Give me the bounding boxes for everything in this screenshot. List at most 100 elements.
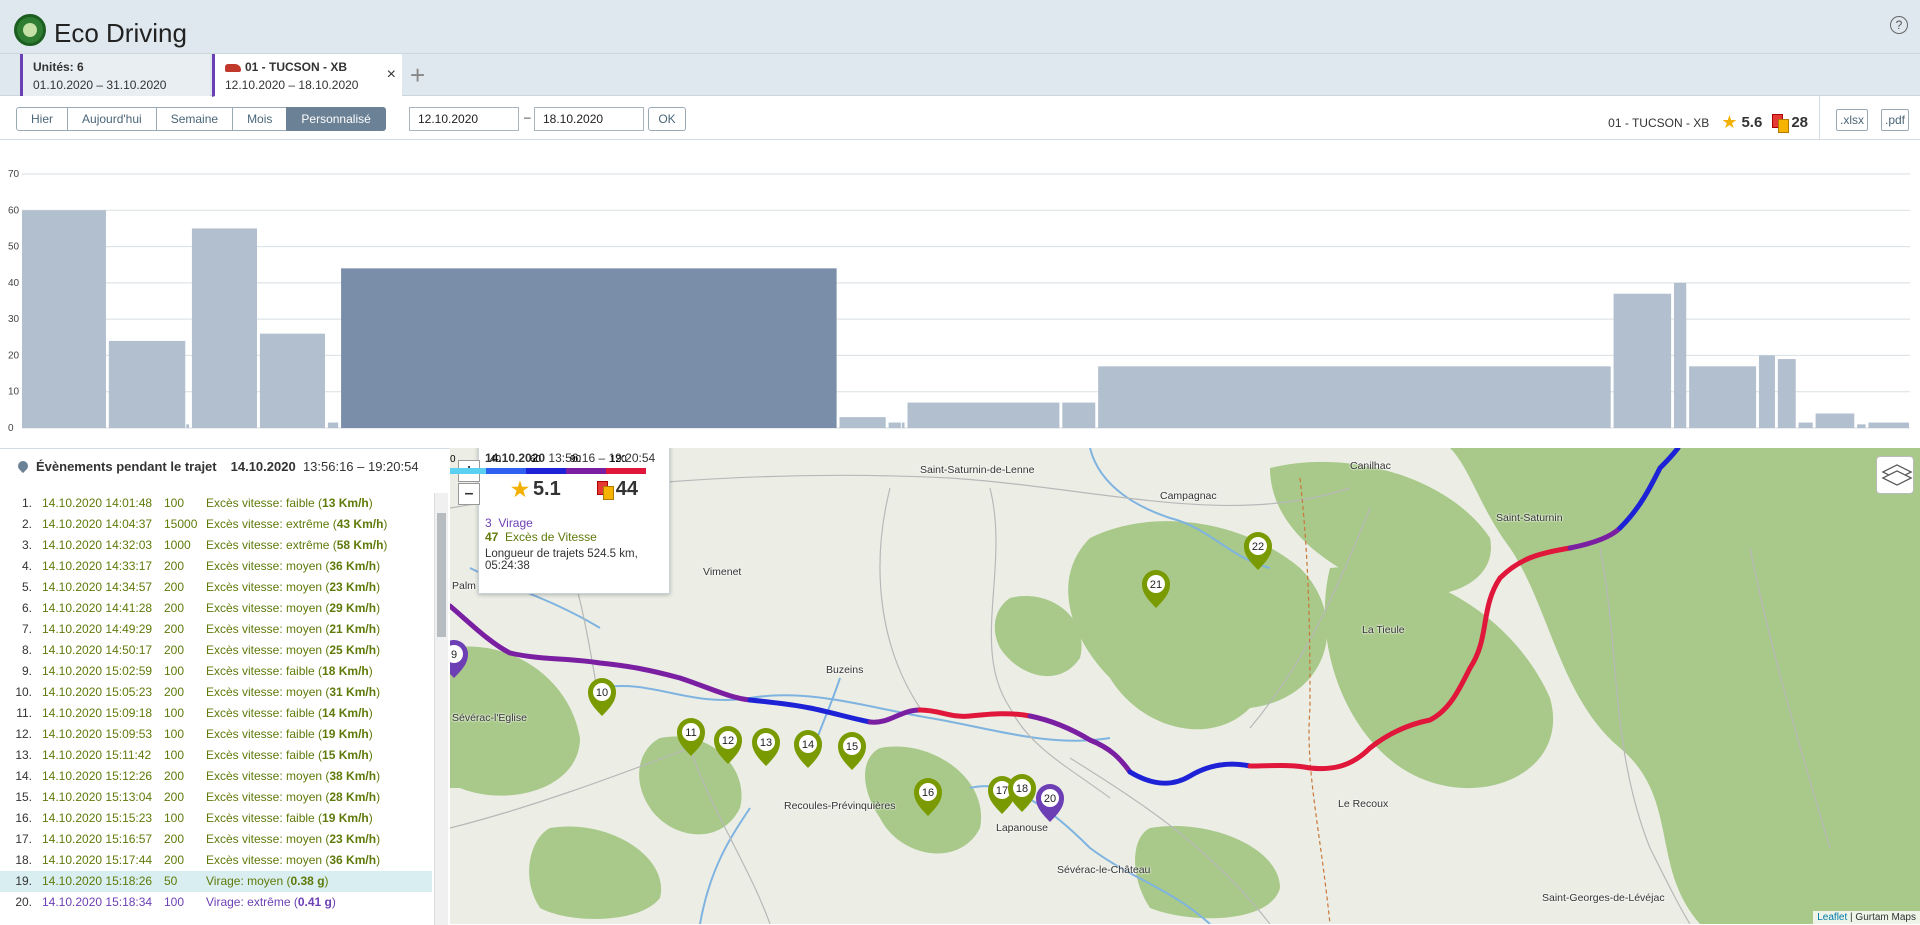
events-panel: Évènements pendant le trajet 14.10.2020 1… [0,448,450,925]
event-value: 29 Km/h [329,601,377,615]
chart-bar[interactable] [1815,413,1855,428]
chart-bar[interactable] [191,228,257,428]
event-points: 200 [164,580,185,594]
event-description: Excès vitesse: moyen (29 Km/h) [206,601,380,615]
event-row[interactable]: 1. 14.10.2020 14:01:48 100 Excès vitesse: f… [0,493,432,514]
event-row[interactable]: 17. 14.10.2020 15:16:57 200 Excès vitesse: … [0,829,432,850]
chart-bar[interactable] [259,333,325,428]
event-row[interactable]: 13. 14.10.2020 15:11:42 100 Excès vitesse: … [0,745,432,766]
chart-bar[interactable] [22,210,106,428]
chart-bar[interactable] [1062,402,1096,428]
scrollbar-thumb[interactable] [437,513,446,637]
help-icon[interactable]: ? [1890,16,1908,34]
event-row[interactable]: 18. 14.10.2020 15:17:44 200 Excès vitesse: … [0,850,432,871]
map-attribution: Leaflet | Gurtam Maps [1813,911,1920,924]
event-row[interactable]: 4. 14.10.2020 14:33:17 200 Excès vitesse: m… [0,556,432,577]
event-row[interactable]: 14. 14.10.2020 15:12:26 200 Excès vitesse: … [0,766,432,787]
event-points: 100 [164,664,185,678]
period-week-button[interactable]: Semaine [155,107,234,131]
y-tick-label: 50 [8,242,20,253]
tab-close-icon[interactable]: × [387,66,396,84]
event-number: 15. [15,790,32,804]
date-to-input[interactable]: 18.10.2020 [534,107,644,131]
event-row[interactable]: 9. 14.10.2020 15:02:59 100 Excès vitesse: f… [0,661,432,682]
period-yesterday-button[interactable]: Hier [16,107,69,131]
leaflet-link[interactable]: Leaflet [1817,912,1847,923]
tab-tucson[interactable]: 01 - TUCSON - XB 12.10.2020 – 18.10.2020… [212,54,402,97]
event-datetime: 14.10.2020 15:13:04 [42,790,153,804]
event-datetime: 14.10.2020 15:05:23 [42,685,153,699]
event-description: Excès vitesse: extrême (43 Km/h) [206,517,387,531]
events-title: Évènements pendant le trajet [36,459,217,474]
event-row[interactable]: 2. 14.10.2020 14:04:37 15000 Excès vitesse:… [0,514,432,535]
event-row[interactable]: 20. 14.10.2020 15:18:34 100 Virage: extrême… [0,892,432,913]
apply-button[interactable]: OK [648,107,686,131]
chart-bar[interactable] [186,424,190,428]
chart-bar[interactable] [1868,422,1909,428]
chart-bar[interactable] [888,422,901,428]
tab-units[interactable]: Unités: 6 01.10.2020 – 31.10.2020 [20,54,210,96]
chart-bar[interactable] [1613,293,1672,428]
event-value: 28 Km/h [329,790,377,804]
chart-bar[interactable] [1758,355,1775,428]
legend-tick: 120 [610,454,627,465]
add-tab-icon[interactable]: + [410,60,425,91]
chart-bar[interactable] [901,422,905,428]
event-type: Excès vitesse: faible ( [206,706,323,720]
chart-bar[interactable] [1777,359,1796,428]
car-icon [225,63,241,72]
event-value: 23 Km/h [329,832,377,846]
layers-icon[interactable] [1876,456,1914,494]
export-xlsx-button[interactable]: .xlsx [1836,109,1868,131]
chart-bar[interactable] [1798,422,1813,428]
event-paren: ) [376,685,381,699]
zoom-out-button[interactable]: – [458,483,480,505]
event-row[interactable]: 8. 14.10.2020 14:50:17 200 Excès vitesse: m… [0,640,432,661]
event-type: Excès vitesse: moyen ( [206,832,330,846]
map-canvas[interactable] [450,448,1920,924]
event-number: 5. [21,580,32,594]
chart-bar[interactable] [1689,366,1757,428]
event-row[interactable]: 10. 14.10.2020 15:05:23 200 Excès vitesse: … [0,682,432,703]
chart-bar[interactable] [341,268,837,428]
y-tick-label: 70 [8,169,20,180]
event-description: Excès vitesse: moyen (38 Km/h) [206,769,380,783]
event-datetime: 14.10.2020 14:34:57 [42,580,153,594]
event-value: 38 Km/h [329,769,377,783]
event-datetime: 14.10.2020 14:49:29 [42,622,153,636]
chart-bar[interactable] [327,422,339,428]
event-number: 6. [21,601,32,615]
events-date: 14.10.2020 [230,459,296,474]
event-row[interactable]: 7. 14.10.2020 14:49:29 200 Excès vitesse: m… [0,619,432,640]
forest-areas [450,448,1920,924]
chart-bar[interactable] [1674,282,1687,428]
event-row[interactable]: 16. 14.10.2020 15:15:23 100 Excès vitesse: … [0,808,432,829]
event-description: Excès vitesse: faible (18 Km/h) [206,664,373,678]
chart-bar[interactable] [108,340,186,428]
chart-bar[interactable] [907,402,1060,428]
event-row[interactable]: 5. 14.10.2020 14:34:57 200 Excès vitesse: m… [0,577,432,598]
export-pdf-button[interactable]: .pdf [1880,109,1909,131]
event-row[interactable]: 3. 14.10.2020 14:32:03 1000 Excès vitesse: … [0,535,432,556]
chart-bar[interactable] [839,417,886,428]
chart-bar[interactable] [1857,424,1866,428]
legend-swatch [526,468,566,474]
tab-tucson-title: 01 - TUCSON - XB [245,60,348,74]
period-today-button[interactable]: Aujourd'hui [67,107,157,131]
period-custom-button[interactable]: Personnalisé [286,107,386,131]
chart-bar[interactable] [1098,366,1611,428]
event-row[interactable]: 12. 14.10.2020 15:09:53 100 Excès vitesse: … [0,724,432,745]
map[interactable]: Saint-Saturnin-de-Lenne Campagnac Canilh… [450,448,1920,924]
event-value: 31 Km/h [329,685,377,699]
route-segment [917,707,1033,719]
period-month-button[interactable]: Mois [232,107,288,131]
event-datetime: 14.10.2020 15:18:34 [42,895,153,909]
event-row[interactable]: 15. 14.10.2020 15:13:04 200 Excès vitesse: … [0,787,432,808]
event-row[interactable]: 19. 14.10.2020 15:18:26 50 Virage: moyen (0… [0,871,432,892]
event-row[interactable]: 11. 14.10.2020 15:09:18 100 Excès vitesse: … [0,703,432,724]
date-from-input[interactable]: 12.10.2020 [409,107,519,131]
event-row[interactable]: 6. 14.10.2020 14:41:28 200 Excès vitesse: m… [0,598,432,619]
events-scrollbar[interactable] [434,493,448,925]
event-description: Excès vitesse: moyen (36 Km/h) [206,853,380,867]
event-datetime: 14.10.2020 15:16:57 [42,832,153,846]
